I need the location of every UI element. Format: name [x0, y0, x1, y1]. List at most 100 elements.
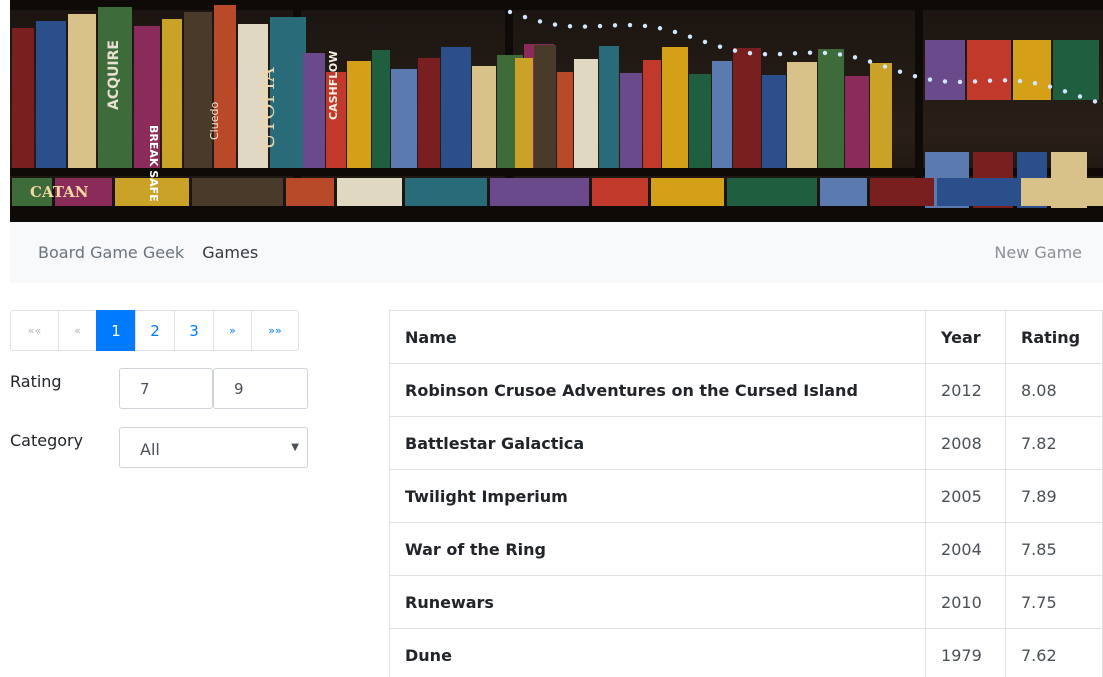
fairy-light: [852, 55, 858, 60]
page-2-button[interactable]: 2: [135, 310, 175, 351]
page-last-button[interactable]: »»: [251, 310, 299, 351]
game-box: [405, 178, 487, 206]
column-header-name[interactable]: Name: [388, 310, 927, 364]
fairy-light: [1047, 84, 1053, 89]
fairy-light: [1002, 78, 1008, 83]
game-box: [870, 178, 934, 206]
table-row[interactable]: Runewars 2010 7.75: [388, 575, 1103, 629]
game-box: [214, 5, 236, 168]
fairy-light: [942, 79, 948, 84]
game-name: Runewars: [388, 575, 927, 629]
game-box: [192, 178, 283, 206]
fairy-light: [642, 23, 648, 29]
game-box: [68, 14, 96, 168]
page-3-button[interactable]: 3: [174, 310, 214, 351]
game-year: 2010: [925, 575, 1006, 629]
shelf-illustration: ACQUIRE BREAK SAFE CASHFLOW CATAN Cluedo…: [10, 0, 1103, 222]
game-box: [490, 178, 589, 206]
table-row[interactable]: Robinson Crusoe Adventures on the Cursed…: [388, 363, 1103, 417]
game-box: [643, 60, 661, 168]
table-row[interactable]: Dune 1979 7.62: [388, 628, 1103, 677]
page-next-button[interactable]: »: [213, 310, 252, 351]
game-rating: 7.89: [1005, 469, 1103, 523]
page-prev-button[interactable]: «: [58, 310, 97, 351]
game-year: 2012: [925, 363, 1006, 417]
page-1-button[interactable]: 1: [96, 310, 136, 351]
nav-link-games[interactable]: Games: [202, 243, 258, 262]
rating-label: Rating: [10, 372, 62, 391]
game-rating: 7.75: [1005, 575, 1103, 629]
game-box: [286, 178, 334, 206]
box-label-utopia: UTOPIA: [255, 67, 279, 150]
fairy-light: [1032, 80, 1038, 86]
fairy-light: [687, 34, 693, 39]
table-header-row: Name Year Rating: [388, 310, 1103, 364]
fairy-light: [567, 24, 573, 29]
fairy-light: [1017, 78, 1023, 84]
fairy-light: [732, 48, 738, 53]
fairy-light: [717, 44, 723, 49]
fairy-light: [597, 23, 603, 29]
game-box: [662, 47, 688, 168]
nav-link-new-game[interactable]: New Game: [994, 243, 1082, 262]
game-box: [967, 40, 1011, 100]
game-box: [337, 178, 402, 206]
game-name: Robinson Crusoe Adventures on the Cursed…: [388, 363, 927, 417]
fairy-light: [987, 78, 993, 83]
game-rating: 7.82: [1005, 416, 1103, 470]
game-box: [925, 40, 965, 100]
games-table: Name Year Rating Robinson Crusoe Adventu…: [388, 310, 1103, 677]
fairy-light: [822, 50, 828, 56]
rating-min-input[interactable]: 7: [119, 368, 213, 409]
game-box: [391, 69, 417, 168]
game-box: [372, 50, 390, 168]
game-box: [733, 48, 761, 168]
navbar-brand[interactable]: Board Game Geek: [38, 243, 184, 262]
chevron-down-icon: ▼: [291, 442, 299, 453]
navbar: Board Game Geek Games New Game: [10, 222, 1103, 283]
game-box: [574, 59, 598, 168]
fairy-light: [882, 64, 888, 69]
game-box: [347, 61, 371, 168]
game-box: [1013, 40, 1051, 100]
game-box: [418, 58, 440, 168]
table-row[interactable]: War of the Ring 2004 7.85: [388, 522, 1103, 576]
fairy-light: [1062, 89, 1068, 94]
game-box: [184, 12, 212, 168]
table-row[interactable]: Twilight Imperium 2005 7.89: [388, 469, 1103, 523]
game-box: [472, 66, 496, 168]
game-box: [599, 46, 619, 168]
fairy-light: [897, 69, 903, 74]
fairy-light: [762, 51, 768, 57]
fairy-light: [927, 77, 933, 82]
game-box: [762, 75, 786, 168]
game-box: [162, 19, 182, 168]
table-row[interactable]: Battlestar Galactica 2008 7.82: [388, 416, 1103, 470]
game-box: [534, 45, 556, 168]
hero-banner-image: ACQUIRE BREAK SAFE CASHFLOW CATAN Cluedo…: [10, 0, 1103, 222]
fairy-light: [972, 79, 978, 84]
column-header-rating[interactable]: Rating: [1005, 310, 1103, 364]
category-select-value: All: [140, 440, 160, 459]
column-header-year[interactable]: Year: [925, 310, 1006, 364]
fairy-light: [1092, 99, 1098, 104]
fairy-light: [837, 52, 843, 57]
game-box: [820, 178, 867, 206]
game-name: War of the Ring: [388, 522, 927, 576]
box-label-acquire: ACQUIRE: [106, 40, 122, 110]
category-label: Category: [10, 431, 84, 450]
category-select[interactable]: All ▼: [119, 427, 308, 468]
game-box: [441, 47, 471, 168]
game-box: [1021, 178, 1103, 206]
game-box: [557, 72, 573, 168]
page-first-button[interactable]: ««: [10, 310, 59, 351]
fairy-light: [957, 79, 963, 85]
fairy-light: [867, 59, 873, 64]
game-name: Twilight Imperium: [388, 469, 927, 523]
game-box: [689, 74, 711, 168]
fairy-light: [702, 39, 708, 45]
box-label-catan: CATAN: [30, 183, 89, 201]
game-year: 1979: [925, 628, 1006, 677]
rating-max-input[interactable]: 9: [213, 368, 308, 409]
box-label-cluedo: Cluedo: [208, 102, 221, 140]
